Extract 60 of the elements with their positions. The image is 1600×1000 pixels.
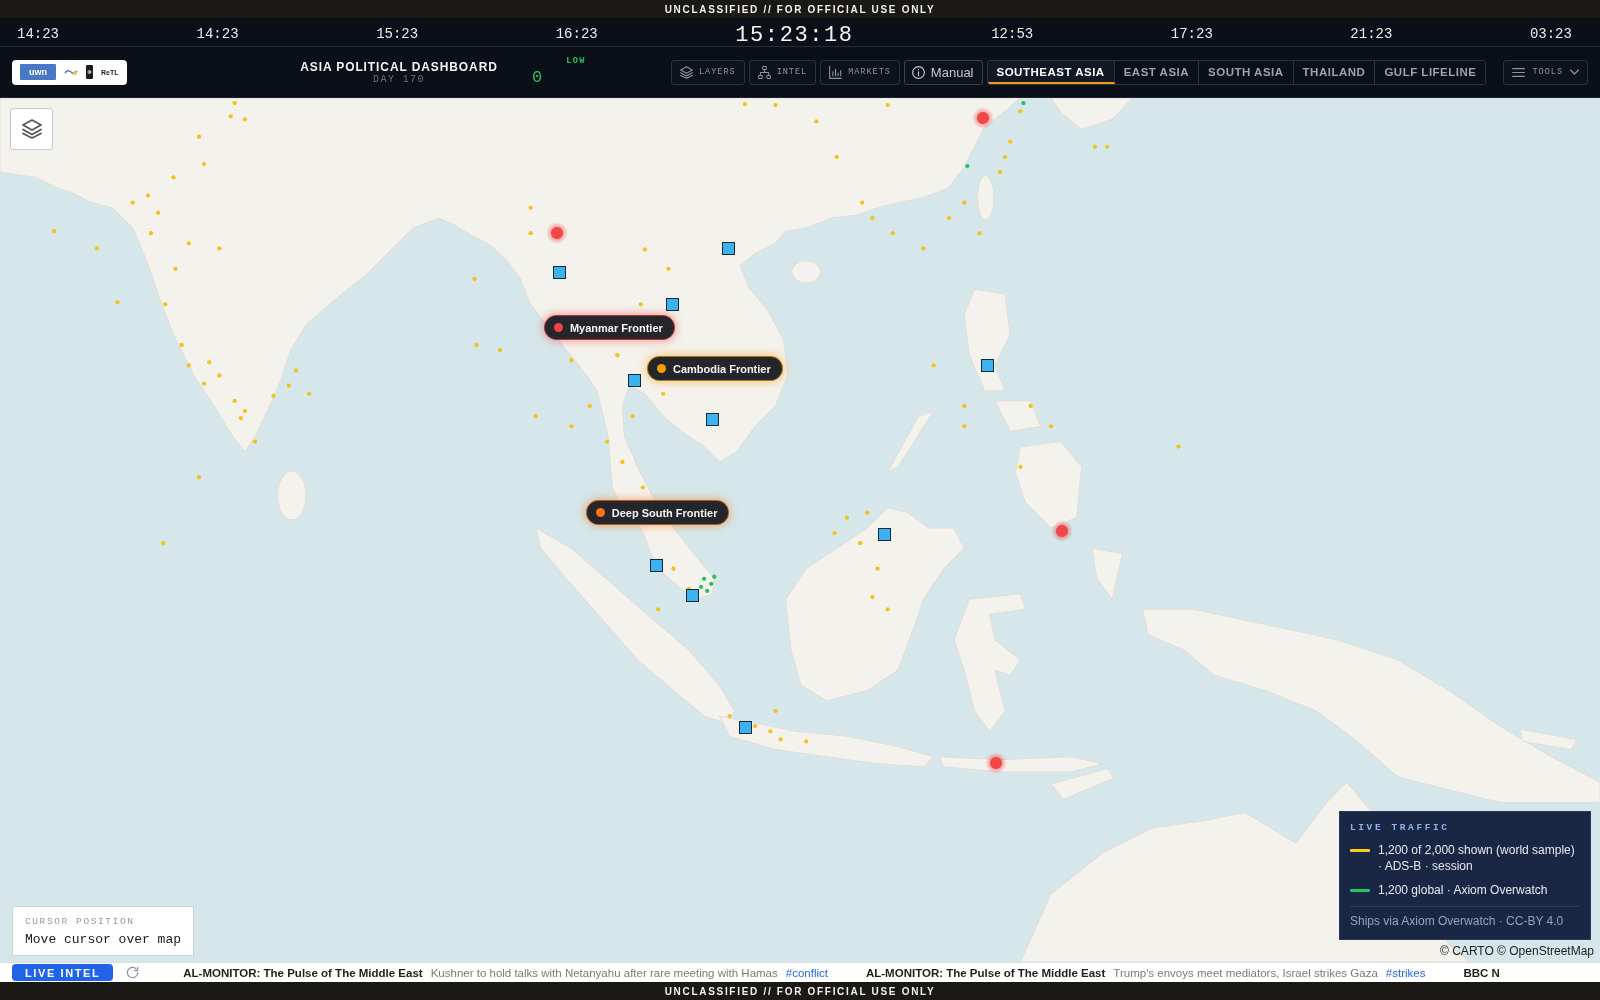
frontier-marker[interactable]: Myanmar Frontier xyxy=(543,315,675,341)
map-attribution: © CARTO © OpenStreetMap xyxy=(1440,944,1594,958)
dashboard-title: ASIA POLITICAL DASHBOARD xyxy=(300,59,498,74)
tools-button[interactable]: TOOLS xyxy=(1503,59,1588,85)
legend-text: 1,200 global · Axiom Overwatch xyxy=(1378,882,1548,898)
news-source: AL-MONITOR: The Pulse of The Middle East xyxy=(865,966,1106,979)
layers-button[interactable] xyxy=(10,108,53,150)
legend-title: LIVE TRAFFIC xyxy=(1350,822,1451,833)
frontier-marker[interactable]: Cambodia Frontier xyxy=(646,356,783,382)
layers-icon xyxy=(21,119,42,139)
region-tab[interactable]: SOUTHEAST ASIA xyxy=(987,60,1115,84)
main-clock-time: 15:23:18 xyxy=(735,22,854,48)
classification-text: UNCLASSIFIED // FOR OFFICIAL USE ONLY xyxy=(664,985,936,997)
clock-time: 12:53 xyxy=(991,25,1034,42)
clock-time: 15:23 xyxy=(376,25,419,42)
panel-label: CURSOR POSITION xyxy=(25,916,136,927)
news-headline[interactable]: Trump's envoys meet mediators, Israel strikes Gaza xyxy=(1113,966,1378,979)
network-icon xyxy=(757,65,771,79)
menu-icon xyxy=(1512,66,1526,78)
frontier-marker[interactable]: Deep South Frontier xyxy=(585,500,730,525)
cursor-readout: Move cursor over map xyxy=(25,932,182,947)
clock-time: 03:23 xyxy=(1529,25,1572,42)
logo-mark-icon xyxy=(64,68,78,76)
info-icon xyxy=(911,65,925,79)
location-marker[interactable] xyxy=(722,242,736,256)
live-intel-button[interactable]: LIVE INTEL xyxy=(12,964,114,981)
location-marker[interactable] xyxy=(686,589,700,603)
clock-time: 21:23 xyxy=(1350,25,1393,42)
toolbar-button[interactable]: INTEL xyxy=(748,59,817,85)
clock-time: 17:23 xyxy=(1170,25,1213,42)
hotspot-marker[interactable] xyxy=(1051,519,1074,542)
location-marker[interactable] xyxy=(739,721,753,735)
hotspot-marker[interactable] xyxy=(546,221,569,244)
brand-logo: uwn xyxy=(20,64,56,80)
day-counter: DAY 170 xyxy=(373,73,425,85)
news-source: AL-MONITOR: The Pulse of The Middle East xyxy=(183,966,423,979)
chevron-down-icon xyxy=(1570,69,1579,75)
clock-time: 14:23 xyxy=(17,25,59,42)
legend-text: 1,200 of 2,000 shown (world sample) · ADS-B · session xyxy=(1378,842,1576,874)
news-tag-link[interactable]: #strikes xyxy=(1385,966,1426,979)
legend-note: Ships via Axiom Overwatch · CC-BY 4.0 xyxy=(1350,906,1580,930)
news-headline[interactable]: Kushner to hold talks with Netanyahu after rare meeting with Hamas xyxy=(430,966,778,979)
news-tag-link[interactable]: #conflict xyxy=(785,966,828,979)
threat-count: 0 xyxy=(532,68,543,88)
threat-level: LOW xyxy=(566,56,586,66)
toolbar-button[interactable]: Manual xyxy=(903,59,983,85)
logo-mark-icon xyxy=(86,65,93,79)
layers-icon xyxy=(680,65,693,79)
news-source: BBC N xyxy=(1463,966,1500,979)
bar-chart-icon xyxy=(829,65,843,79)
location-marker[interactable] xyxy=(878,528,892,542)
toolbar-button[interactable]: MARKETS xyxy=(820,59,900,85)
clock-time: 16:23 xyxy=(555,25,598,42)
location-marker[interactable] xyxy=(628,374,642,388)
toolbar-button[interactable]: LAYERS xyxy=(671,59,745,85)
clock-time: 14:23 xyxy=(196,25,239,42)
hotspot-marker[interactable] xyxy=(984,752,1007,775)
refresh-icon xyxy=(126,966,140,979)
classification-text: UNCLASSIFIED // FOR OFFICIAL USE ONLY xyxy=(664,3,936,15)
hotspot-marker[interactable] xyxy=(971,107,994,130)
